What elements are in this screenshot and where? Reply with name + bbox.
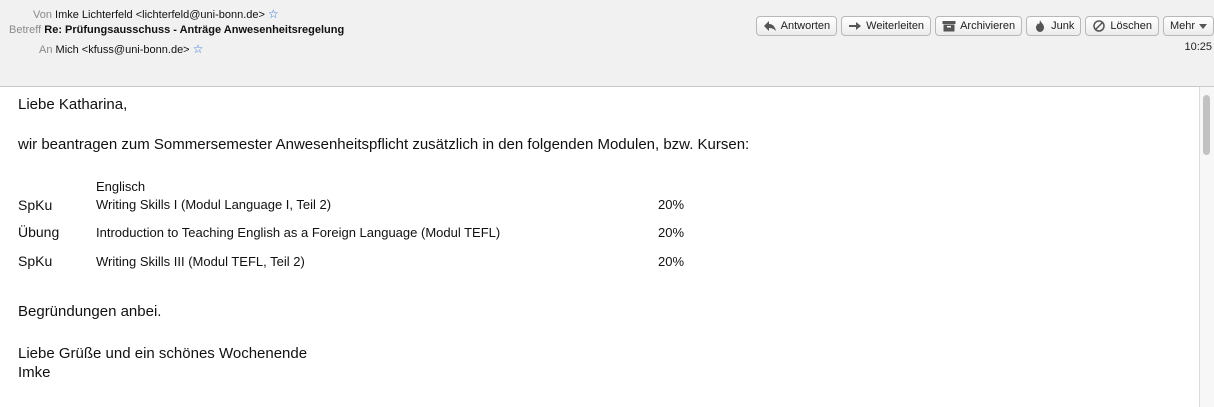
archive-button[interactable]: Archivieren — [935, 16, 1023, 36]
forward-label: Weiterleiten — [866, 20, 925, 32]
reply-button[interactable]: Antworten — [755, 16, 838, 36]
archive-label: Archivieren — [960, 20, 1016, 32]
from-row: Von Imke Lichterfeld <lichterfeld@uni-bo… — [33, 7, 279, 21]
table-row: Übung Introduction to Teaching English a… — [16, 214, 720, 250]
junk-label: Junk — [1051, 20, 1075, 32]
reply-icon — [763, 20, 777, 32]
message-time: 10:25 — [1184, 41, 1212, 53]
table-heading: Englisch — [96, 178, 146, 194]
message-body: Liebe Katharina, wir beantragen zum Somm… — [0, 87, 1200, 407]
course-table: Englisch SpKu Writing Skills I (Modul La… — [16, 177, 720, 272]
reasons-text: Begründungen anbei. — [18, 303, 162, 320]
to-value[interactable]: Mich <kfuss@uni-bonn.de> — [56, 44, 190, 56]
more-button[interactable]: Mehr — [1162, 16, 1214, 36]
course-percent: 20% — [658, 197, 685, 212]
forward-button[interactable]: Weiterleiten — [841, 16, 932, 36]
table-row: SpKu Writing Skills III (Modul TEFL, Tei… — [16, 250, 720, 272]
table-row: SpKu Writing Skills I (Modul Language I,… — [16, 195, 720, 214]
course-name: Introduction to Teaching English as a Fo… — [96, 224, 501, 240]
to-row: An Mich <kfuss@uni-bonn.de> ☆ — [39, 42, 203, 56]
star-icon[interactable]: ☆ — [193, 42, 204, 56]
closing-text: Liebe Grüße und ein schönes Wochenende — [18, 345, 308, 362]
star-icon[interactable]: ☆ — [268, 7, 279, 21]
prohibited-icon — [1092, 20, 1106, 32]
signature: Imke — [18, 364, 51, 381]
delete-label: Löschen — [1110, 20, 1152, 32]
greeting: Liebe Katharina, — [18, 96, 128, 113]
chevron-down-icon — [1199, 20, 1207, 32]
course-type: SpKu — [18, 253, 53, 269]
subject-label: Betreff — [9, 24, 42, 36]
subject-row: Betreff Re: Prüfungsausschuss - Anträge … — [9, 24, 344, 36]
vertical-scrollbar[interactable] — [1199, 87, 1214, 407]
scrollbar-thumb[interactable] — [1203, 95, 1210, 155]
message-toolbar: Antworten Weiterleiten Archivieren Junk … — [755, 16, 1214, 36]
more-label: Mehr — [1169, 20, 1195, 32]
intro-text: wir beantragen zum Sommersemester Anwese… — [18, 136, 750, 153]
from-label: Von — [33, 9, 52, 21]
from-value[interactable]: Imke Lichterfeld <lichterfeld@uni-bonn.d… — [55, 9, 265, 21]
reply-label: Antworten — [780, 20, 831, 32]
course-type: SpKu — [18, 196, 53, 213]
course-name: Writing Skills I (Modul Language I, Teil… — [96, 197, 332, 212]
archive-box-icon — [942, 20, 956, 32]
course-type: Übung — [18, 224, 60, 240]
to-label: An — [39, 44, 53, 56]
subject-value: Re: Prüfungsausschuss - Anträge Anwesenh… — [44, 24, 345, 36]
flame-icon — [1033, 20, 1047, 32]
delete-button[interactable]: Löschen — [1085, 16, 1159, 36]
course-percent: 20% — [658, 224, 685, 240]
course-percent: 20% — [658, 253, 685, 269]
forward-arrow-icon — [848, 20, 862, 32]
junk-button[interactable]: Junk — [1026, 16, 1082, 36]
course-name: Writing Skills III (Modul TEFL, Teil 2) — [96, 253, 305, 269]
message-header: Von Imke Lichterfeld <lichterfeld@uni-bo… — [0, 0, 1214, 87]
table-row: Englisch — [16, 177, 720, 195]
